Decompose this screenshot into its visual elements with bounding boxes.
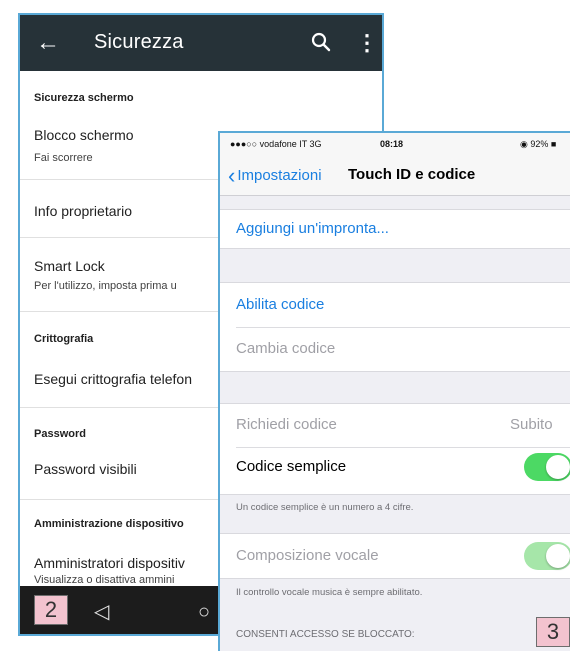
carrier-signal: ●●●○○ vodafone IT 3G [230, 139, 322, 149]
section-header-device-admin: Amministrazione dispositivo [34, 518, 184, 530]
figure-badge-3: 3 [536, 617, 570, 647]
simple-passcode-label: Codice semplice [236, 458, 347, 475]
section-header-encryption: Crittografia [34, 333, 94, 345]
list-item-encrypt-phone[interactable]: Esegui crittografia telefon [34, 371, 192, 387]
back-button-label: Impostazioni [237, 167, 322, 184]
group-voice-dial: Composizione vocale [220, 533, 570, 579]
back-arrow-icon[interactable]: ← [34, 29, 62, 57]
section-header-password: Password [34, 428, 86, 440]
figure-badge-2: 2 [34, 595, 68, 625]
section-header-screen-security: Sicurezza schermo [34, 92, 134, 104]
back-button[interactable]: ‹ Impostazioni [228, 163, 322, 189]
list-item-screen-lock[interactable]: Blocco schermo [34, 127, 134, 143]
list-item-smart-lock[interactable]: Smart Lock [34, 258, 105, 274]
voice-dial-label: Composizione vocale [236, 547, 379, 564]
change-passcode-row: Cambia codice [236, 340, 336, 357]
status-time: 08:18 [380, 139, 404, 149]
list-item-visible-passwords[interactable]: Password visibili [34, 461, 137, 477]
nav-title: Touch ID e codice [348, 166, 476, 183]
battery-status: ◉ 92% ■ [520, 139, 557, 149]
list-item-device-admins[interactable]: Amministratori dispositiv [34, 555, 185, 571]
toolbar-title: Sicurezza [94, 31, 184, 53]
ios-touchid-screen: ●●●○○ vodafone IT 3G 08:18 ◉ 92% ■ ‹ Impo… [218, 131, 570, 651]
toggle-knob [546, 455, 570, 479]
list-item-smart-lock-subtitle: Per l'utilizzo, imposta prima u [34, 280, 177, 292]
add-fingerprint-link[interactable]: Aggiungi un'impronta... [236, 220, 389, 237]
require-passcode-value: Subito [510, 416, 553, 433]
voice-dial-footer: Il controllo vocale musica è sempre abil… [236, 587, 423, 598]
ios-status-bar: ●●●○○ vodafone IT 3G 08:18 ◉ 92% ■ [220, 133, 570, 155]
group-fingerprint: Aggiungi un'impronta... [220, 209, 570, 249]
more-vert-icon[interactable]: ⋮ [356, 29, 378, 57]
require-passcode-row: Richiedi codice [236, 416, 337, 433]
search-icon[interactable] [310, 31, 334, 55]
enable-passcode-link[interactable]: Abilita codice [236, 296, 324, 313]
ios-navigation-bar: ‹ Impostazioni Touch ID e codice [220, 155, 570, 196]
nav-back-icon[interactable]: ◁ [94, 602, 109, 622]
nav-home-icon[interactable]: ○ [198, 602, 210, 622]
group-passcode: Abilita codice Cambia codice [220, 282, 570, 372]
toggle-knob [546, 544, 570, 568]
android-toolbar: ← Sicurezza ⋮ [20, 15, 382, 71]
list-item-screen-lock-subtitle: Fai scorrere [34, 152, 93, 164]
separator [236, 447, 570, 448]
simple-passcode-toggle[interactable] [524, 453, 570, 481]
list-item-owner-info[interactable]: Info proprietario [34, 203, 132, 219]
list-item-device-admins-subtitle: Visualizza o disattiva ammini [34, 574, 175, 586]
simple-passcode-footer: Un codice semplice è un numero a 4 cifre… [236, 502, 414, 513]
voice-dial-toggle [524, 542, 570, 570]
allow-access-header: CONSENTI ACCESSO SE BLOCCATO: [236, 629, 415, 640]
group-require-passcode: Richiedi codice Subito Codice semplice [220, 403, 570, 495]
separator [236, 327, 570, 328]
chevron-left-icon: ‹ [228, 163, 236, 188]
